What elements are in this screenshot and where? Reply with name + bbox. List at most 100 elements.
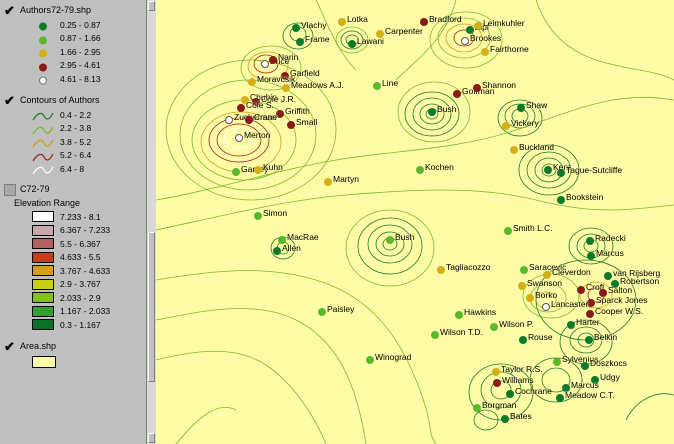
author-point[interactable] [585, 336, 593, 344]
author-point[interactable] [273, 247, 281, 255]
elevation-legend-label: 2.033 - 2.9 [60, 292, 101, 303]
author-point[interactable] [282, 84, 290, 92]
author-label: Swanson [527, 278, 562, 288]
author-point[interactable] [586, 237, 594, 245]
map-view[interactable]: Lotka Bradford Zipf Leimkuhler Carpenter Broo… [156, 0, 674, 444]
author-point[interactable] [504, 227, 512, 235]
author-point[interactable] [276, 110, 284, 118]
author-label: Wilson P. [499, 319, 534, 329]
contours-legend-label: 5.2 - 6.4 [60, 150, 92, 160]
author-point[interactable] [235, 134, 243, 142]
author-point[interactable] [481, 48, 489, 56]
author-label: Marcus [596, 248, 624, 258]
author-point[interactable] [517, 104, 525, 112]
author-point[interactable] [542, 303, 550, 311]
point-symbol-icon [32, 46, 54, 58]
author-point[interactable] [567, 321, 575, 329]
contours-layer-title[interactable]: Contours of Authors [20, 95, 100, 105]
author-point[interactable] [428, 108, 436, 116]
author-point[interactable] [248, 78, 256, 86]
author-point[interactable] [416, 166, 424, 174]
author-point[interactable] [526, 294, 534, 302]
contour-line-symbol-icon [32, 123, 54, 134]
author-label: Shaw [526, 100, 548, 110]
author-point[interactable] [473, 404, 481, 412]
author-point[interactable] [237, 104, 245, 112]
author-point[interactable] [492, 368, 500, 376]
author-point[interactable] [261, 60, 269, 68]
scroll-up-button[interactable] [148, 1, 155, 11]
author-point[interactable] [501, 415, 509, 423]
author-point[interactable] [581, 362, 589, 370]
author-label: Cochrane [515, 386, 552, 396]
author-point[interactable] [287, 121, 295, 129]
author-point[interactable] [292, 24, 300, 32]
elevation-layer-checkbox[interactable] [4, 184, 16, 196]
contours-legend-label: 3.8 - 5.2 [60, 136, 92, 147]
author-label: Tague-Sutcliffe [566, 165, 623, 175]
author-point[interactable] [386, 236, 394, 244]
author-point[interactable] [493, 379, 501, 387]
author-point[interactable] [557, 196, 565, 204]
authors-layer-checkbox[interactable]: ✔ [4, 4, 17, 17]
author-label: Bush [395, 232, 415, 242]
author-point[interactable] [232, 168, 240, 176]
elevation-legend-label: 4.633 - 5.5 [60, 252, 101, 262]
author-label: Smith L.C. [513, 223, 553, 233]
author-point[interactable] [577, 286, 585, 294]
author-point[interactable] [431, 331, 439, 339]
author-point[interactable] [557, 169, 565, 177]
author-point[interactable] [269, 56, 277, 64]
authors-legend-item: 0.87 - 1.66 [32, 33, 101, 44]
author-point[interactable] [254, 212, 262, 220]
author-label: Lotka [347, 14, 368, 24]
contours-legend-label: 2.2 - 3.8 [60, 123, 92, 133]
author-point[interactable] [520, 266, 528, 274]
scroll-down-button[interactable] [148, 433, 155, 443]
author-point[interactable] [245, 116, 253, 124]
authors-legend-label: 4.61 - 8.13 [60, 73, 101, 84]
author-point[interactable] [474, 22, 482, 30]
area-layer-checkbox[interactable]: ✔ [4, 340, 17, 353]
elevation-legend-item: 3.767 - 4.633 [32, 265, 110, 276]
author-point[interactable] [510, 146, 518, 154]
area-layer-title[interactable]: Area.shp [20, 341, 56, 351]
contours-layer-checkbox[interactable]: ✔ [4, 94, 17, 107]
author-point[interactable] [324, 178, 332, 186]
author-point[interactable] [296, 38, 304, 46]
author-label: Winograd [375, 352, 412, 362]
author-point[interactable] [366, 356, 374, 364]
author-point[interactable] [518, 282, 526, 290]
authors-legend-item: 0.25 - 0.87 [32, 19, 101, 31]
author-point[interactable] [254, 166, 262, 174]
author-point[interactable] [225, 116, 233, 124]
author-point[interactable] [556, 394, 564, 402]
author-point[interactable] [553, 358, 561, 366]
scroll-thumb[interactable] [148, 232, 155, 382]
author-point[interactable] [453, 90, 461, 98]
author-point[interactable] [506, 390, 514, 398]
author-point[interactable] [502, 122, 510, 130]
author-point[interactable] [373, 82, 381, 90]
author-point[interactable] [473, 84, 481, 92]
author-point[interactable] [348, 40, 356, 48]
contours-legend-label: 0.4 - 2.2 [60, 109, 92, 120]
elevation-swatch [32, 251, 54, 263]
author-point[interactable] [437, 266, 445, 274]
author-label: Carpenter [385, 26, 423, 36]
author-point[interactable] [490, 323, 498, 331]
author-point[interactable] [338, 18, 346, 26]
legend-scrollbar[interactable] [146, 0, 156, 444]
author-point[interactable] [420, 18, 428, 26]
author-point[interactable] [587, 252, 595, 260]
elevation-layer-title[interactable]: C72-79 [20, 184, 50, 194]
authors-layer-title[interactable]: Authors72-79.shp [20, 5, 91, 15]
author-label: Fairthorne [490, 44, 529, 54]
author-point[interactable] [461, 37, 469, 45]
author-point[interactable] [519, 336, 527, 344]
elevation-legend-label: 5.5 - 6.367 [60, 238, 101, 249]
author-point[interactable] [455, 311, 463, 319]
author-point[interactable] [544, 166, 552, 174]
author-point[interactable] [318, 308, 326, 316]
author-point[interactable] [604, 272, 612, 280]
